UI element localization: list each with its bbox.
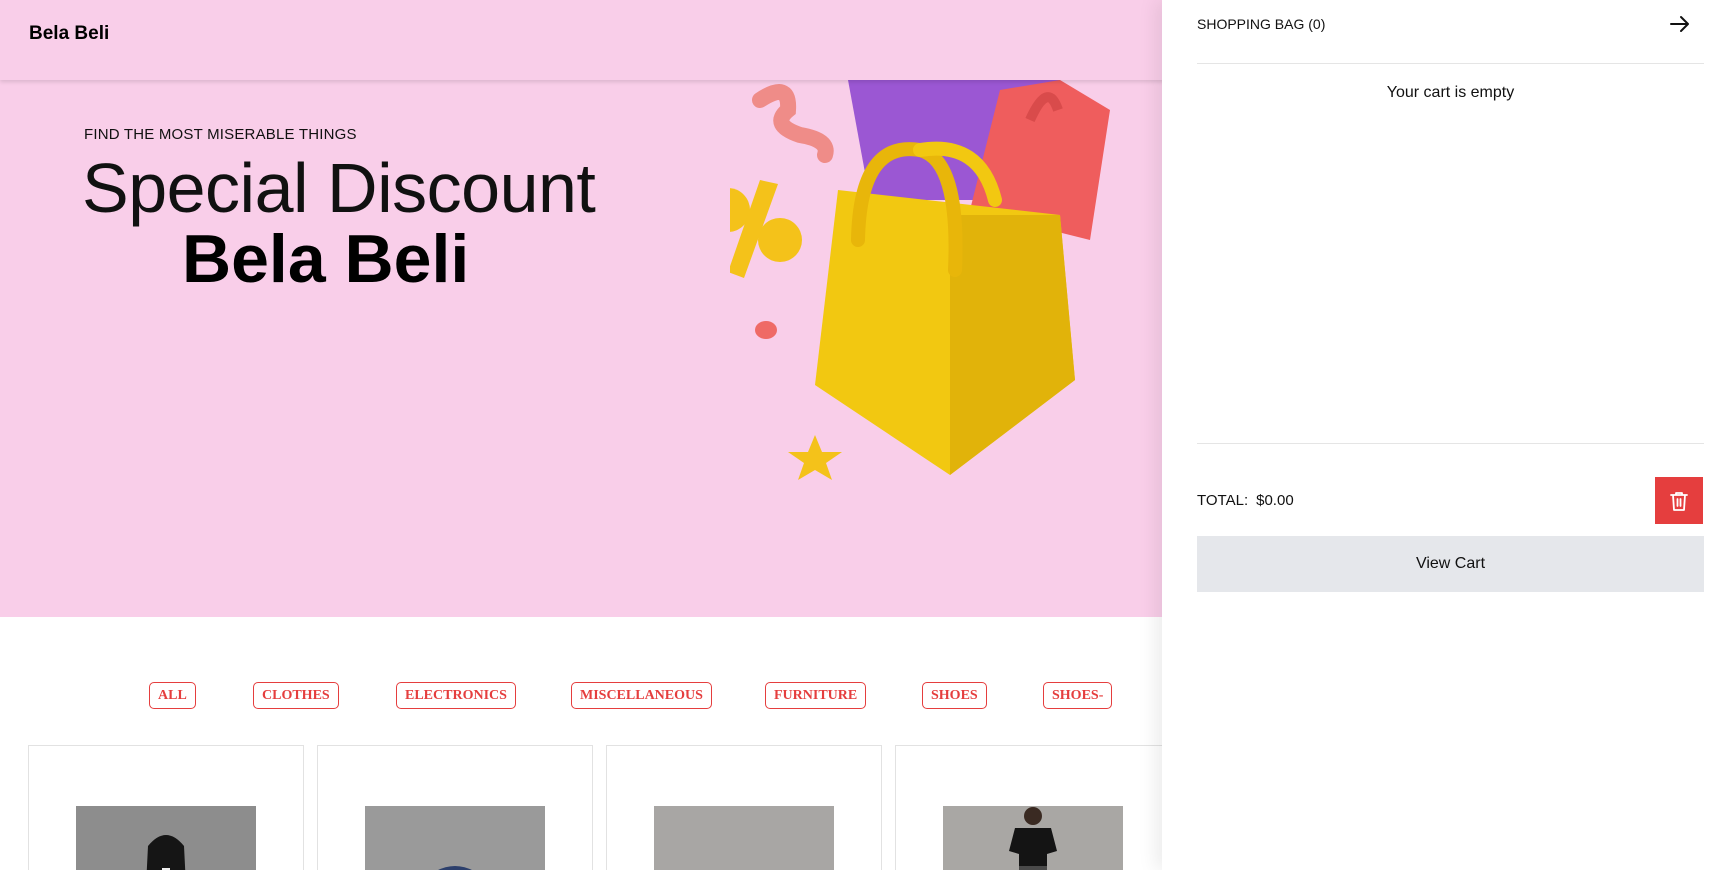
total-label: TOTAL: xyxy=(1197,492,1249,509)
product-card[interactable] xyxy=(317,745,593,870)
product-image-hoodie xyxy=(76,806,256,870)
trash-icon xyxy=(1670,491,1688,511)
hero-kicker: FIND THE MOST MISERABLE THINGS xyxy=(84,126,357,143)
arrow-right-icon xyxy=(1670,16,1689,32)
view-cart-button[interactable]: View Cart xyxy=(1197,536,1704,592)
empty-cart-message: Your cart is empty xyxy=(1386,84,1515,101)
total-value: $0.00 xyxy=(1256,492,1294,509)
filter-shoes-more[interactable]: SHOES- xyxy=(1043,682,1113,709)
cart-drawer: SHOPPING BAG (0) Your cart is empty TOTA… xyxy=(1162,0,1713,870)
product-image-tshirt xyxy=(943,806,1123,870)
filter-shoes[interactable]: SHOES xyxy=(922,682,987,709)
product-card[interactable] xyxy=(895,745,1171,870)
product-image-blue-cap xyxy=(654,806,834,870)
brand-logo[interactable]: Bela Beli xyxy=(29,23,109,45)
divider xyxy=(1197,443,1704,444)
filter-all[interactable]: ALL xyxy=(149,682,196,709)
filter-electronics[interactable]: ELECTRONICS xyxy=(396,682,516,709)
filter-clothes[interactable]: CLOTHES xyxy=(253,682,339,709)
filter-furniture[interactable]: FURNITURE xyxy=(765,682,867,709)
cart-title: SHOPPING BAG (0) xyxy=(1197,16,1326,32)
clear-cart-button[interactable] xyxy=(1655,477,1703,524)
hero-title: Special Discount xyxy=(82,149,596,227)
shopping-bags-illustration xyxy=(730,80,1110,480)
filter-miscellaneous[interactable]: MISCELLANEOUS xyxy=(571,682,712,709)
product-image-navy-cap xyxy=(365,806,545,870)
hero-brand: Bela Beli xyxy=(182,221,470,297)
product-card[interactable] xyxy=(606,745,882,870)
percent-icon xyxy=(730,180,802,278)
close-cart-button[interactable] xyxy=(1667,11,1693,37)
cart-total: TOTAL: $0.00 xyxy=(1197,492,1294,509)
product-card[interactable] xyxy=(28,745,304,870)
divider xyxy=(1197,63,1704,64)
